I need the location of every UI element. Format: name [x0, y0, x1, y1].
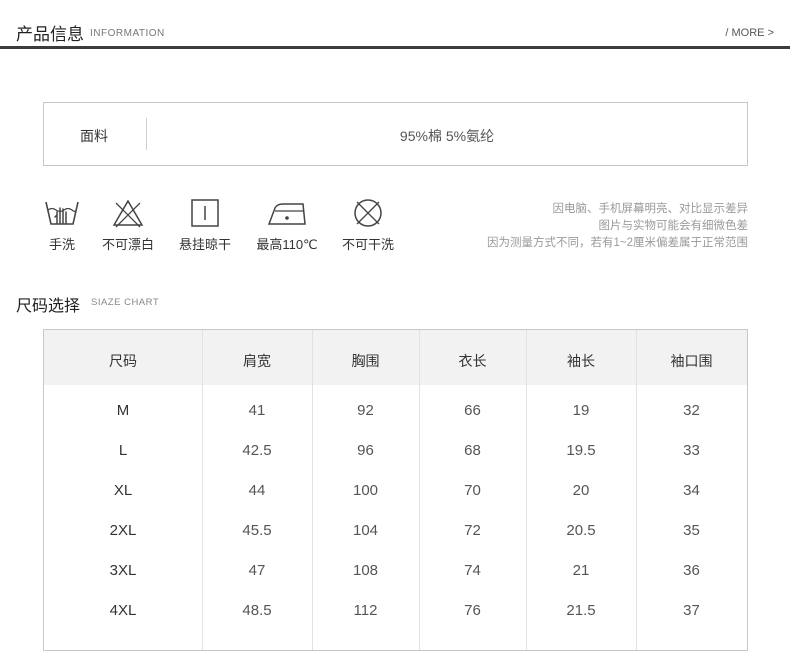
table-cell: 100: [352, 482, 379, 499]
table-cell: 36: [683, 562, 700, 579]
no-bleach-icon: [112, 199, 144, 228]
info-title: 产品信息: [16, 25, 84, 44]
table-cell: 76: [464, 602, 481, 619]
table-cell: 70: [464, 482, 481, 499]
care-item-no-dry-clean: 不可干洗: [338, 198, 398, 253]
header-divider: [0, 46, 790, 49]
size-cell: 2XL: [109, 522, 137, 539]
table-cell: 72: [464, 522, 481, 539]
iron-icon: [267, 203, 306, 225]
table-cell: 20: [572, 482, 590, 499]
more-link[interactable]: / MORE >: [725, 27, 774, 39]
size-chart-title: 尺码选择: [16, 298, 81, 315]
size-cell: M: [116, 402, 130, 419]
care-label: 最高110℃: [256, 237, 318, 252]
table-cell: 21: [572, 562, 590, 579]
table-header-cell: 尺码: [109, 353, 137, 369]
care-item-iron: 最高110℃: [250, 198, 324, 253]
hand-wash-icon: [45, 201, 79, 225]
table-cell: 112: [353, 602, 378, 619]
size-cell: L: [118, 442, 128, 459]
fabric-box: 面料 95%棉 5%氨纶: [43, 102, 748, 166]
table-cell: 104: [352, 522, 379, 539]
care-item-hang-dry: 悬挂晾干: [175, 198, 235, 253]
care-label: 悬挂晾干: [178, 237, 231, 252]
table-cell: 92: [357, 402, 374, 419]
fabric-label: 面料: [80, 128, 108, 144]
table-cell: 19: [572, 402, 590, 419]
table-cell: 45.5: [242, 522, 272, 539]
table-cell: 74: [464, 562, 481, 579]
table-cell: 48.5: [242, 602, 272, 619]
table-cell: 41: [248, 402, 266, 419]
table-cell: 42.5: [242, 442, 272, 459]
no-dry-clean-icon: [354, 199, 382, 227]
table-header-cell: 袖长: [567, 353, 595, 369]
table-cell: 96: [357, 442, 374, 459]
table-cell: 19.5: [566, 442, 596, 459]
table-cell: 34: [683, 482, 700, 499]
care-label: 不可干洗: [341, 237, 394, 252]
table-cell: 35: [683, 522, 700, 539]
care-item-hand-wash: 手洗: [42, 198, 82, 253]
table-header-cell: 肩宽: [243, 353, 271, 369]
table-header-cell: 袖口围: [670, 353, 713, 369]
notice-line: 因为测量方式不同，若有1~2厘米偏差属于正常范围: [486, 237, 748, 249]
table-cell: 37: [683, 602, 700, 619]
size-chart-subtitle: SIAZE CHART: [91, 297, 160, 308]
color-disclaimer: 因电脑、手机屏幕明亮、对比显示差异 图片与实物可能会有细微色差 因为测量方式不同…: [487, 201, 748, 252]
table-cell: 21.5: [566, 602, 596, 619]
table-cell: 44: [248, 482, 266, 499]
care-label: 手洗: [48, 237, 75, 252]
size-cell: 3XL: [109, 562, 137, 579]
hang-dry-icon: [191, 199, 219, 227]
table-cell: 66: [464, 402, 481, 419]
info-subtitle: INFORMATION: [90, 28, 165, 39]
table-header-cell: 胸围: [351, 353, 380, 369]
table-cell: 108: [352, 562, 379, 579]
size-table: 尺码 肩宽 胸围 衣长 袖长 袖口围 M 41 92 66 19 32 L 42.5 96 68 19.5 33 X…: [43, 329, 748, 651]
table-header-cell: 衣长: [458, 353, 487, 369]
table-cell: 68: [464, 442, 481, 459]
care-label: 不可漂白: [101, 237, 154, 252]
table-cell: 47: [248, 562, 266, 579]
table-cell: 32: [683, 402, 700, 419]
size-cell: XL: [113, 482, 133, 499]
table-cell: 20.5: [566, 522, 596, 539]
notice-line: 因电脑、手机屏幕明亮、对比显示差异: [552, 203, 749, 215]
notice-line: 图片与实物可能会有细微色差: [598, 220, 749, 232]
table-cell: 33: [683, 442, 700, 459]
care-item-no-bleach: 不可漂白: [98, 198, 158, 253]
fabric-value: 95%棉 5%氨纶: [399, 128, 495, 144]
size-cell: 4XL: [109, 602, 137, 619]
product-info-header: 产品信息 INFORMATION / MORE >: [0, 0, 790, 49]
